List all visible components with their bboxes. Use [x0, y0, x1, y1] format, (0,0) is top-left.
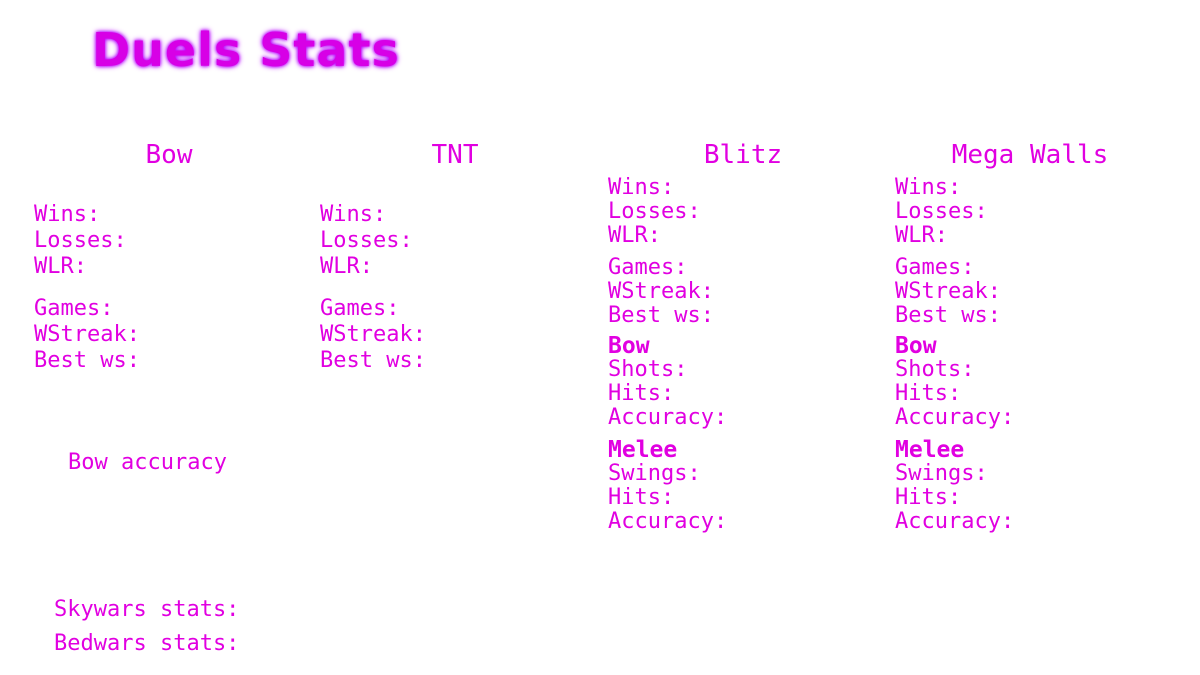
megawalls-games-label: Games:	[895, 255, 975, 280]
tnt-wins-label: Wins:	[320, 202, 387, 227]
megawalls-wins-label: Wins:	[895, 175, 962, 200]
tnt-games-label: Games:	[320, 296, 400, 321]
blitz-melee-accuracy-label: Accuracy:	[608, 509, 728, 534]
bow-column: Bow Wins: Losses: WLR: Games: WStreak: B…	[34, 140, 304, 374]
bow-wlr-label: WLR:	[34, 254, 87, 279]
megawalls-melee-accuracy-label: Accuracy:	[895, 509, 1015, 534]
bedwars-stats-label: Bedwars stats:	[54, 631, 240, 656]
blitz-bow-heading: Bow	[608, 333, 650, 359]
megawalls-swings-label: Swings:	[895, 461, 988, 486]
megawalls-wlr-label: WLR:	[895, 223, 948, 248]
megawalls-melee-hits-label: Hits:	[895, 485, 962, 510]
bow-games-label: Games:	[34, 296, 114, 321]
blitz-heading: Blitz	[703, 140, 783, 170]
megawalls-melee-heading: Melee	[895, 437, 965, 463]
blitz-column: Blitz Wins: Losses: WLR: Games: WStreak:…	[608, 140, 878, 534]
bow-wstreak-label: WStreak:	[34, 322, 140, 347]
megawalls-column: Mega Walls Wins: Losses: WLR: Games: WSt…	[895, 140, 1165, 534]
megawalls-bow-hits-label: Hits:	[895, 381, 962, 406]
tnt-losses-label: Losses:	[320, 228, 413, 253]
blitz-melee-heading: Melee	[608, 437, 678, 463]
bow-best-ws-label: Best ws:	[34, 348, 140, 373]
blitz-wstreak-label: WStreak:	[608, 279, 714, 304]
blitz-games-label: Games:	[608, 255, 688, 280]
blitz-best-ws-label: Best ws:	[608, 303, 714, 328]
megawalls-shots-label: Shots:	[895, 357, 975, 382]
blitz-shots-label: Shots:	[608, 357, 688, 382]
tnt-wlr-label: WLR:	[320, 254, 373, 279]
megawalls-heading: Mega Walls	[951, 140, 1109, 170]
bow-accuracy-label: Bow accuracy	[68, 450, 227, 475]
skywars-stats-label: Skywars stats:	[54, 597, 240, 622]
blitz-swings-label: Swings:	[608, 461, 701, 486]
megawalls-best-ws-label: Best ws:	[895, 303, 1001, 328]
tnt-best-ws-label: Best ws:	[320, 348, 426, 373]
blitz-losses-label: Losses:	[608, 199, 701, 224]
blitz-bow-accuracy-label: Accuracy:	[608, 405, 728, 430]
bow-wins-label: Wins:	[34, 202, 101, 227]
blitz-bow-hits-label: Hits:	[608, 381, 675, 406]
tnt-column: TNT Wins: Losses: WLR: Games: WStreak: B…	[320, 140, 590, 374]
blitz-wlr-label: WLR:	[608, 223, 661, 248]
megawalls-bow-heading: Bow	[895, 333, 937, 359]
megawalls-bow-accuracy-label: Accuracy:	[895, 405, 1015, 430]
tnt-heading: TNT	[431, 140, 479, 170]
blitz-wins-label: Wins:	[608, 175, 675, 200]
page-title: Duels Stats	[92, 23, 400, 77]
bow-losses-label: Losses:	[34, 228, 127, 253]
megawalls-wstreak-label: WStreak:	[895, 279, 1001, 304]
megawalls-losses-label: Losses:	[895, 199, 988, 224]
tnt-wstreak-label: WStreak:	[320, 322, 426, 347]
blitz-melee-hits-label: Hits:	[608, 485, 675, 510]
bow-heading: Bow	[145, 140, 193, 170]
